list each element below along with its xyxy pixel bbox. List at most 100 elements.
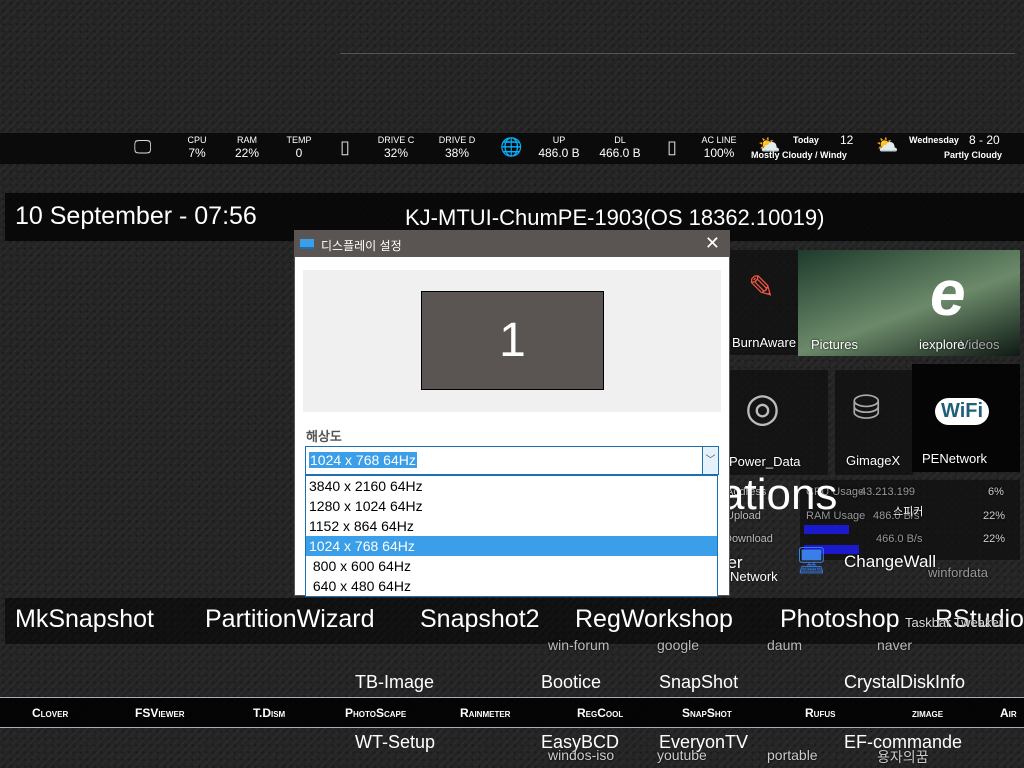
tile-label: Videos: [960, 337, 1000, 352]
temp-stat: TEMP 0: [284, 135, 314, 160]
ram-value: 22%: [234, 146, 260, 160]
status-bar: 🖵 CPU 7% RAM 22% TEMP 0 ▯ DRIVE C 32% DRIVE …: [0, 133, 1024, 164]
temp-label: TEMP: [286, 135, 312, 145]
ac-value: 100%: [703, 146, 735, 160]
launch-tdism[interactable]: T.Dism: [253, 706, 285, 720]
today-temp: 12: [840, 133, 854, 147]
app-mksnapshot[interactable]: MkSnapshot: [15, 605, 154, 634]
resolution-dropdown-list[interactable]: 3840 x 2160 64Hz 1280 x 1024 64Hz 1152 x 8…: [305, 475, 718, 597]
link-win-forum[interactable]: win-forum: [548, 637, 609, 653]
ram-percent: 22%: [983, 510, 1006, 522]
launch-rainmeter[interactable]: Rainmeter: [460, 706, 510, 720]
launch-clover[interactable]: Clover: [32, 706, 68, 720]
launch-fsviewer[interactable]: FSViewer: [135, 706, 185, 720]
display-icon: [300, 239, 314, 249]
burnaware-icon: ✎: [748, 269, 775, 305]
resolution-option[interactable]: 800 x 600 64Hz: [306, 556, 717, 576]
resolution-combobox[interactable]: 1024 x 768 64Hz ﹀: [305, 446, 719, 475]
link-portable[interactable]: portable: [767, 747, 818, 763]
swap-percent: 22%: [983, 533, 1006, 545]
dl-stat: DL 466.0 B: [597, 135, 643, 160]
ram-usage-bar: [804, 525, 849, 534]
cpu-value: 7%: [188, 146, 206, 160]
temp-value: 0: [295, 146, 303, 160]
app-photoshop[interactable]: Photoshop: [780, 605, 900, 634]
launch-photoscape[interactable]: PhotoScape: [345, 706, 406, 720]
battery-icon: ▯: [667, 137, 677, 157]
today-desc: Mostly Cloudy / Windy: [751, 150, 847, 160]
date-time: 10 September - 07:56: [15, 202, 257, 230]
launcher-bar: Clover FSViewer T.Dism PhotoScape Rainme…: [0, 697, 1024, 728]
chevron-down-icon[interactable]: ﹀: [702, 447, 718, 474]
resolution-label: 해상도: [306, 429, 342, 444]
tile-label: BurnAware: [732, 335, 797, 350]
dl-label: DL: [614, 135, 626, 145]
tile-label: PENetwork: [922, 451, 988, 466]
cpu-percent: 6%: [988, 486, 1004, 498]
monitor-icon: 🖵: [134, 137, 152, 157]
resolution-value[interactable]: 1024 x 768 64Hz: [309, 452, 417, 468]
today-label: Today: [793, 135, 819, 145]
monitor-preview: 1: [303, 270, 721, 412]
ip-value: 43.213.199: [860, 486, 916, 498]
power-data-icon: ◎: [745, 386, 780, 430]
link-daum[interactable]: daum: [767, 637, 802, 653]
app-regworkshop[interactable]: RegWorkshop: [575, 605, 733, 634]
link-google[interactable]: google: [657, 637, 699, 653]
app-snapshot[interactable]: SnapShot: [659, 672, 738, 693]
dialog-titlebar[interactable]: 디스플레이 설정 ✕: [295, 231, 729, 257]
resolution-option[interactable]: 640 x 480 64Hz: [306, 576, 717, 596]
drive-d-label: DRIVE D: [438, 135, 476, 145]
ie-icon: e: [930, 257, 966, 329]
cpu-label: CPU: [187, 135, 207, 145]
changewall-label[interactable]: ChangeWall: [844, 552, 936, 572]
close-button[interactable]: ✕: [705, 233, 720, 254]
launch-air[interactable]: Air: [1000, 706, 1017, 720]
tomorrow-label: Wednesday: [909, 135, 959, 145]
hostname: KJ-MTUI-ChumPE-1903(OS 18362.10019): [405, 205, 825, 230]
link-yongja[interactable]: 용자의꿈: [877, 747, 929, 767]
resolution-option[interactable]: 1152 x 864 64Hz: [306, 516, 717, 536]
gimagex-icon: ⛁: [852, 389, 881, 427]
app-crystaldiskinfo[interactable]: CrystalDiskInfo: [844, 672, 965, 693]
divider: [340, 53, 1015, 54]
changewall-icon: 🖥: [795, 545, 829, 575]
launch-rufus[interactable]: Rufus: [805, 706, 835, 720]
resolution-option[interactable]: 3840 x 2160 64Hz: [306, 476, 717, 496]
tomorrow-temp: 8 - 20: [969, 133, 1000, 147]
app-tb-image[interactable]: TB-Image: [355, 672, 434, 693]
link-youtube[interactable]: youtube: [657, 747, 707, 763]
app-wt-setup[interactable]: WT-Setup: [355, 732, 435, 753]
dl-value: 466.0 B: [599, 146, 641, 160]
tile-label: iexplore: [919, 337, 965, 352]
launch-zimage[interactable]: zimage: [912, 706, 943, 720]
monitor-1[interactable]: 1: [421, 291, 604, 390]
drive-c-value: 32%: [383, 146, 409, 160]
tile-label: Power_Data: [729, 454, 801, 469]
link-windos-iso[interactable]: windos-iso: [548, 747, 614, 763]
resolution-option[interactable]: 1280 x 1024 64Hz: [306, 496, 717, 516]
tile-label: GimageX: [846, 453, 901, 468]
drive-c-stat: DRIVE C 32%: [376, 135, 416, 160]
launch-regcool[interactable]: RegCool: [577, 706, 623, 720]
app-partitionwizard[interactable]: PartitionWizard: [205, 605, 375, 634]
thermometer-icon: ▯: [340, 137, 350, 157]
cpu-stat: CPU 7%: [182, 135, 212, 160]
link-naver[interactable]: naver: [877, 637, 912, 653]
resolution-option[interactable]: 1024 x 768 64Hz: [306, 536, 717, 556]
ac-stat: AC LINE 100%: [699, 135, 739, 160]
cloud-sun-icon: ⛅: [876, 135, 899, 155]
ram-stat: RAM 22%: [232, 135, 262, 160]
wifi-icon: WiFi: [935, 398, 990, 425]
dialog-title: 디스플레이 설정: [321, 239, 402, 253]
globe-icon: 🌐: [500, 137, 523, 157]
speaker-label: 스피커: [893, 506, 924, 518]
launch-snapshot[interactable]: SnapShot: [682, 706, 732, 720]
tile-label: winfordata: [928, 565, 988, 580]
drive-c-label: DRIVE C: [377, 135, 415, 145]
app-snapshot2[interactable]: Snapshot2: [420, 605, 540, 634]
tomorrow-desc: Partly Cloudy: [944, 150, 1003, 160]
down-rate: 466.0 B/s: [876, 533, 923, 545]
link-taskbar-tweaker[interactable]: Taskbar Tweaker: [905, 615, 1003, 630]
app-bootice[interactable]: Bootice: [541, 672, 601, 693]
